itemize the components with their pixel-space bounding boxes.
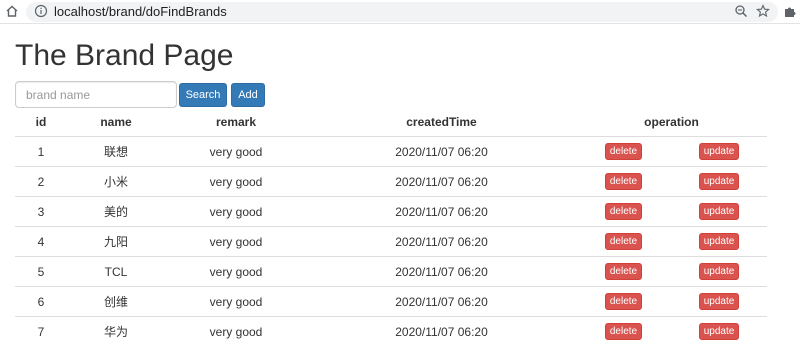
table-row: 3 美的 very good 2020/11/07 06:20 delete u… (15, 196, 767, 227)
cell-name: 创维 (67, 286, 165, 317)
table-row: 7 华为 very good 2020/11/07 06:20 delete u… (15, 316, 767, 346)
search-button[interactable]: Search (179, 83, 227, 107)
cell-created-time: 2020/11/07 06:20 (395, 144, 488, 159)
cell-name: 华为 (67, 316, 165, 346)
update-button[interactable]: update (698, 323, 740, 341)
delete-button[interactable]: delete (604, 143, 643, 161)
column-header-created-time: createdTime (307, 108, 576, 137)
table-row: 2 小米 very good 2020/11/07 06:20 delete u… (15, 166, 767, 197)
cell-name: 九阳 (67, 226, 165, 257)
cell-remark: very good (165, 286, 307, 317)
cell-remark: very good (165, 226, 307, 257)
table-header-row: id name remark createdTime operation (15, 108, 767, 137)
cell-created-time: 2020/11/07 06:20 (307, 226, 576, 257)
cell-delete: delete (576, 256, 671, 287)
cell-update: update (671, 316, 767, 346)
brand-table: id name remark createdTime operation 1 联… (15, 108, 767, 346)
cell-update: update (671, 256, 767, 287)
cell-name: 联想 (103, 145, 128, 159)
url-text[interactable]: localhost/brand/doFindBrands (54, 4, 227, 20)
cell-name: 小米 (67, 166, 165, 197)
puzzle-icon[interactable] (782, 4, 798, 20)
cell-id: 3 (15, 196, 67, 227)
delete-button[interactable]: delete (604, 323, 643, 341)
cell-name: 美的 (67, 196, 165, 227)
cell-remark: very good (209, 144, 263, 159)
cell-delete: delete (576, 286, 671, 317)
update-button[interactable]: update (698, 143, 740, 161)
delete-button[interactable]: delete (604, 233, 643, 251)
cell-remark: very good (165, 256, 307, 287)
home-icon[interactable] (4, 3, 20, 19)
table-row: 6 创维 very good 2020/11/07 06:20 delete u… (15, 286, 767, 317)
table-body: 1 联想 very good 2020/11/07 06:20 delete u… (15, 137, 767, 346)
cell-update: update (671, 196, 767, 227)
cell-update: update (671, 166, 767, 197)
cell-created-time: 2020/11/07 06:20 (307, 166, 576, 197)
page-title: The Brand Page (15, 39, 234, 72)
cell-id: 4 (15, 226, 67, 257)
update-button[interactable]: update (698, 263, 740, 281)
cell-id: 5 (15, 256, 67, 287)
update-button[interactable]: update (698, 173, 740, 191)
cell-update: update (671, 137, 767, 167)
cell-name: TCL (67, 256, 165, 287)
update-button[interactable]: update (698, 203, 740, 221)
column-header-id: id (15, 108, 67, 137)
cell-delete: delete (576, 196, 671, 227)
update-button[interactable]: update (698, 233, 740, 251)
cell-delete: delete (576, 316, 671, 346)
add-button[interactable]: Add (231, 83, 265, 107)
star-icon[interactable] (756, 4, 770, 23)
info-icon[interactable] (34, 4, 48, 23)
table-row: 1 联想 very good 2020/11/07 06:20 delete u… (15, 137, 767, 167)
column-header-name: name (67, 108, 165, 137)
cell-created-time: 2020/11/07 06:20 (307, 256, 576, 287)
cell-id: 6 (15, 286, 67, 317)
cell-delete: delete (576, 166, 671, 197)
delete-button[interactable]: delete (604, 173, 643, 191)
cell-remark: very good (165, 316, 307, 346)
cell-remark: very good (165, 196, 307, 227)
zoom-icon[interactable] (734, 4, 748, 23)
cell-created-time: 2020/11/07 06:20 (307, 196, 576, 227)
cell-id: 1 (37, 144, 45, 159)
cell-created-time: 2020/11/07 06:20 (307, 316, 576, 346)
update-button[interactable]: update (698, 293, 740, 311)
cell-id: 7 (15, 316, 67, 346)
cell-remark: very good (165, 166, 307, 197)
cell-update: update (671, 286, 767, 317)
delete-button[interactable]: delete (604, 203, 643, 221)
delete-button[interactable]: delete (604, 263, 643, 281)
table-row: 4 九阳 very good 2020/11/07 06:20 delete u… (15, 226, 767, 257)
column-header-remark: remark (165, 108, 307, 137)
delete-button[interactable]: delete (604, 293, 643, 311)
address-bar[interactable]: localhost/brand/doFindBrands (26, 2, 778, 22)
cell-update: update (671, 226, 767, 257)
browser-toolbar: localhost/brand/doFindBrands (0, 0, 800, 24)
cell-created-time: 2020/11/07 06:20 (307, 286, 576, 317)
column-header-operation: operation (576, 108, 767, 137)
table-row: 5 TCL very good 2020/11/07 06:20 delete … (15, 256, 767, 287)
cell-delete: delete (576, 137, 671, 167)
cell-id: 2 (15, 166, 67, 197)
search-input[interactable] (15, 81, 177, 108)
cell-delete: delete (576, 226, 671, 257)
